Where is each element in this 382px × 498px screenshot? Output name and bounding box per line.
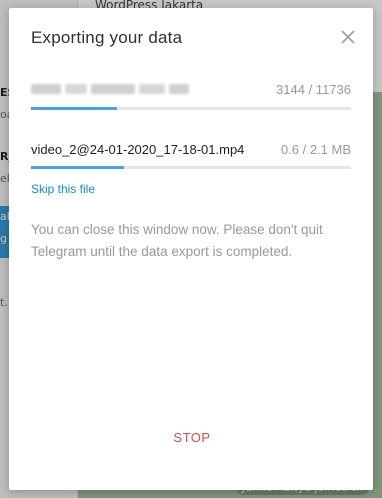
stop-button[interactable]: STOP <box>157 422 227 452</box>
overall-progress-fill <box>31 107 118 110</box>
current-file-name: video_2@24-01-2020_17-18-01.mp4 <box>31 142 245 157</box>
export-info-text: You can close this window now. Please do… <box>31 222 323 259</box>
overall-progress-bar <box>31 107 351 110</box>
current-item-label-redacted <box>31 82 201 96</box>
close-button[interactable] <box>337 26 359 48</box>
current-file-size: 0.6 / 2.1 MB <box>280 142 351 157</box>
export-dialog: Exporting your data 3144 / 11736 video_2… <box>9 8 373 490</box>
file-progress-bar <box>31 166 351 169</box>
dialog-title: Exporting your data <box>31 28 183 47</box>
skip-file-link[interactable]: Skip this file <box>31 182 95 196</box>
current-file-row: video_2@24-01-2020_17-18-01.mp4 0.6 / 2.… <box>31 142 351 160</box>
close-icon <box>341 30 355 44</box>
file-progress-fill <box>31 166 124 169</box>
overall-progress-count: 3144 / 11736 <box>276 82 351 97</box>
